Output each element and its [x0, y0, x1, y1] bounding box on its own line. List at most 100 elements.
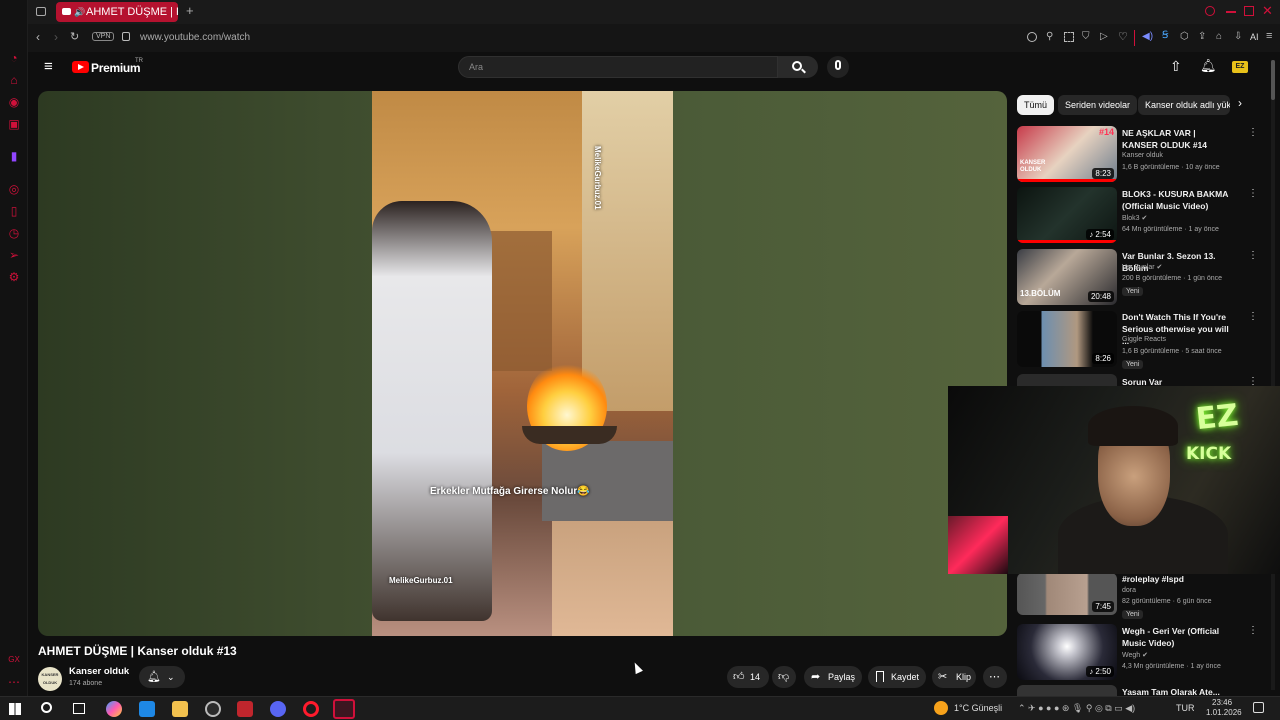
forward-icon[interactable]: ›: [54, 30, 58, 44]
related-thumbnail[interactable]: 8:26: [1017, 311, 1117, 367]
clock-time[interactable]: 23:46: [1212, 698, 1232, 707]
related-thumbnail[interactable]: ♪ 2:54: [1017, 187, 1117, 243]
speaker-toolbar-icon[interactable]: ◀): [1142, 31, 1153, 42]
messenger-icon[interactable]: ◉: [7, 95, 21, 109]
hamburger-menu-icon[interactable]: ≡: [44, 58, 53, 75]
premium-logo-text[interactable]: Premium: [91, 61, 141, 75]
pin-icon[interactable]: ⚲: [1046, 31, 1053, 42]
opera-gx-icon[interactable]: [333, 699, 355, 719]
related-title[interactable]: Wegh - Geri Ver (Official Music Video): [1122, 625, 1232, 649]
more-icon[interactable]: ⋯: [7, 675, 21, 689]
share-button[interactable]: ➦ Paylaş: [804, 666, 862, 688]
channel-avatar[interactable]: KANSER OLDUK: [38, 667, 62, 691]
related-channel[interactable]: Blok3 ✔: [1122, 214, 1147, 222]
copilot-icon[interactable]: [106, 701, 122, 717]
close-window-button[interactable]: ✕: [1262, 3, 1273, 19]
like-button[interactable]: 👍︎ 14: [727, 666, 769, 688]
related-title[interactable]: #roleplay #lspd: [1122, 573, 1232, 585]
avatar[interactable]: EZ: [1232, 61, 1248, 73]
more-vertical-icon[interactable]: ⋮: [1248, 127, 1258, 138]
chevron-right-icon[interactable]: ›: [1238, 96, 1242, 110]
settings-icon[interactable]: ⚙: [7, 270, 21, 284]
voice-search-icon[interactable]: [827, 56, 849, 78]
more-vertical-icon[interactable]: ⋮: [1248, 188, 1258, 199]
zoom-icon[interactable]: [1027, 32, 1037, 42]
related-thumbnail[interactable]: 7:45: [1017, 573, 1117, 615]
search-tabs-icon[interactable]: [1205, 6, 1215, 16]
history-icon[interactable]: ◷: [7, 226, 21, 240]
menu-icon[interactable]: ≡: [1266, 30, 1272, 42]
task-view-icon[interactable]: [73, 703, 85, 714]
obs-icon[interactable]: [205, 701, 221, 717]
gx-icon[interactable]: GX: [7, 653, 21, 667]
send-icon[interactable]: ➢: [7, 248, 21, 262]
wallet-icon[interactable]: ⌂: [1216, 31, 1222, 42]
weather-text[interactable]: 1°C Güneşli: [954, 703, 1002, 713]
related-thumbnail[interactable]: #14 KANSER OLDUK 8:23: [1017, 126, 1117, 182]
vpn-badge[interactable]: VPN: [92, 32, 115, 41]
clip-button[interactable]: ✂ Klip: [932, 666, 976, 688]
chip-series[interactable]: Seriden videolar: [1058, 95, 1138, 115]
related-title[interactable]: NE AŞKLAR VAR | KANSER OLDUK #14: [1122, 127, 1232, 151]
subscribe-bell-button[interactable]: 🔔︎ ⌄: [139, 666, 185, 688]
notification-icon[interactable]: [1253, 702, 1264, 713]
search-input[interactable]: Ara: [458, 56, 778, 78]
file-explorer-icon[interactable]: [172, 701, 188, 717]
aria-icon[interactable]: ◔: [7, 51, 21, 65]
twitch-icon[interactable]: ▮: [7, 149, 21, 163]
maximize-button[interactable]: [1244, 6, 1254, 16]
chip-channel[interactable]: Kanser olduk adlı yük: [1138, 95, 1230, 115]
more-vertical-icon[interactable]: ⋮: [1248, 625, 1258, 636]
related-title[interactable]: BLOK3 - KUSURA BAKMA (Official Music Vid…: [1122, 188, 1232, 212]
youtube-logo-icon[interactable]: [72, 61, 89, 73]
ai-label[interactable]: AI: [1250, 32, 1259, 42]
tab-manager-icon[interactable]: [36, 7, 46, 16]
discord-icon[interactable]: [270, 701, 286, 717]
more-vertical-icon[interactable]: ⋮: [1248, 311, 1258, 322]
save-button[interactable]: Kaydet: [868, 666, 926, 688]
url-field[interactable]: www.youtube.com/watch: [140, 32, 250, 43]
minimize-button[interactable]: [1226, 11, 1236, 13]
channel-name[interactable]: Kanser olduk: [69, 666, 129, 677]
related-channel[interactable]: Var Bunlar ✔: [1122, 263, 1162, 271]
reload-icon[interactable]: ↻: [70, 30, 79, 43]
related-channel[interactable]: Kanser olduk: [1122, 152, 1163, 159]
notifications-bell-icon[interactable]: 🔔︎: [1200, 58, 1217, 74]
new-tab-button[interactable]: +: [186, 3, 194, 18]
more-vertical-icon[interactable]: ⋮: [1248, 250, 1258, 261]
heart-icon[interactable]: ♡: [1118, 30, 1128, 43]
related-channel[interactable]: dora: [1122, 587, 1136, 594]
tab-active[interactable]: 🔊 AHMET DÜŞME | Kanser olduk #13: [56, 2, 178, 22]
windows-start-icon[interactable]: [9, 703, 21, 715]
clock-date[interactable]: 1.01.2026: [1206, 708, 1242, 717]
page-scrollbar-thumb[interactable]: [1271, 60, 1275, 100]
snapshot-icon[interactable]: [1064, 32, 1074, 42]
player-icon[interactable]: ◎: [7, 182, 21, 196]
dislike-button[interactable]: 👎︎: [772, 666, 796, 688]
play-icon[interactable]: ▷: [1100, 31, 1108, 42]
search-taskbar-icon[interactable]: [41, 702, 52, 713]
language-indicator[interactable]: TUR: [1176, 703, 1195, 713]
search-button[interactable]: [778, 56, 818, 78]
chip-all[interactable]: Tümü: [1017, 95, 1055, 115]
related-thumbnail[interactable]: 13.BÖLÜM 20:48: [1017, 249, 1117, 305]
back-icon[interactable]: ‹: [36, 30, 40, 44]
related-channel[interactable]: Giggle Reacts: [1122, 336, 1166, 343]
bookmarks-icon[interactable]: ▯: [7, 204, 21, 218]
related-channel[interactable]: Wegh ✔: [1122, 651, 1148, 659]
speaker-icon[interactable]: 🔊: [74, 2, 85, 22]
mail-icon[interactable]: ▣: [7, 117, 21, 131]
video-player[interactable]: MelikeGurbuz.01 Erkekler Mutfağa Girerse…: [38, 91, 1007, 636]
extensions-icon[interactable]: ⬡: [1180, 31, 1189, 42]
crypto-wallet-icon[interactable]: ⌂: [7, 73, 21, 87]
shield-icon[interactable]: ⛉: [1082, 31, 1090, 42]
related-thumbnail[interactable]: ♪ 2:50: [1017, 624, 1117, 680]
more-actions-button[interactable]: ⋯: [983, 666, 1007, 688]
outlook-icon[interactable]: [139, 701, 155, 717]
related-thumbnail[interactable]: [1017, 685, 1117, 696]
share-toolbar-icon[interactable]: ⇪: [1198, 31, 1206, 42]
voicemeeter-icon[interactable]: [237, 701, 253, 717]
translate-icon[interactable]: Ꞩ: [1162, 30, 1168, 41]
page-scrollbar[interactable]: [1271, 60, 1275, 690]
related-title[interactable]: Yasam Tam Olarak Ate...: [1122, 686, 1232, 696]
